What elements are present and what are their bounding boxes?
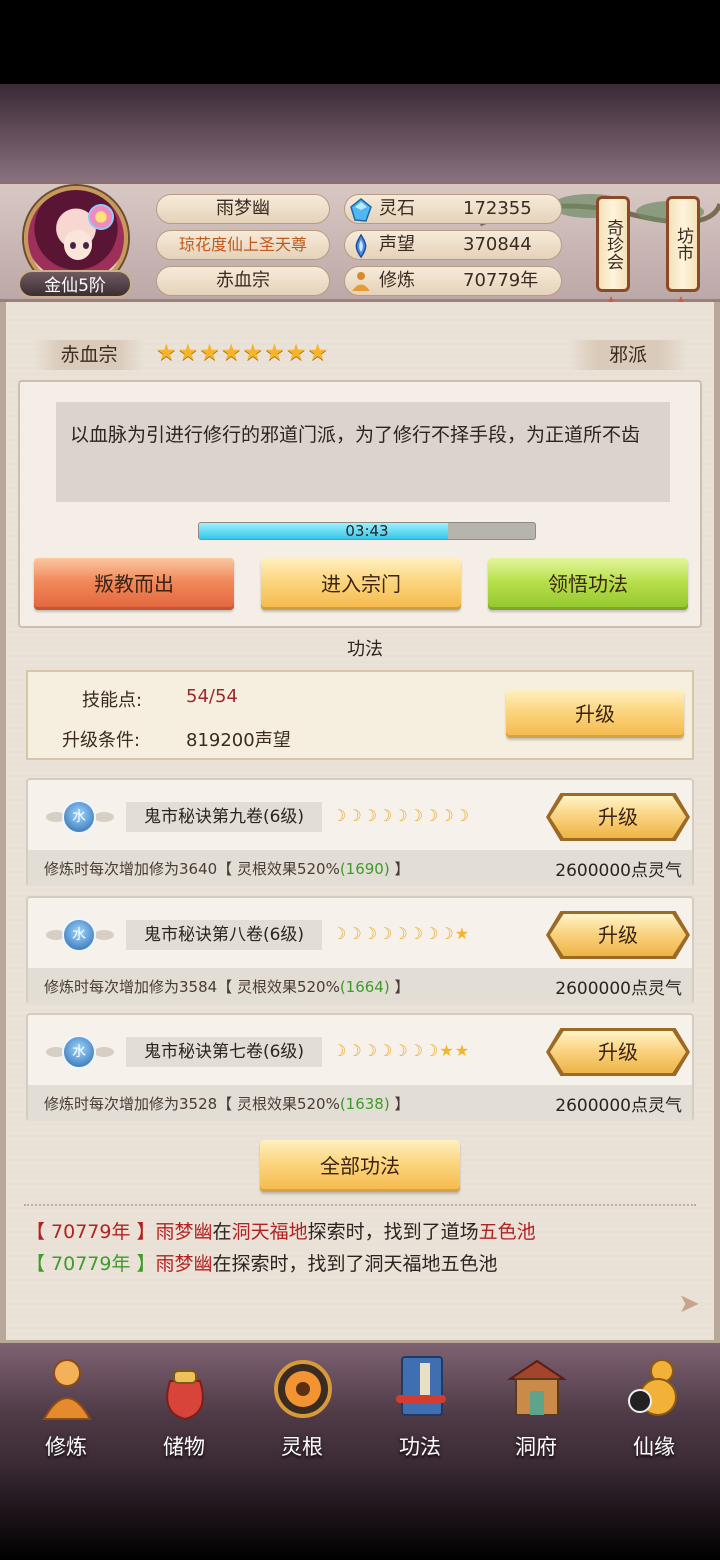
technique-cost: 2600000点灵气 — [555, 979, 682, 999]
sect-rating-stars: ★★★★★★★★ — [156, 340, 329, 366]
nav-immortal-fate[interactable]: 仙缘 — [604, 1349, 704, 1461]
technique-name: 鬼市秘诀第九卷(6级) — [126, 802, 322, 832]
pavilion-icon — [508, 1359, 566, 1416]
spirit-stone-icon — [350, 198, 372, 222]
techniques-section-title: 功法 — [347, 639, 383, 660]
log-divider — [24, 1204, 696, 1208]
sect-description: 以血脉为引进行修行的邪道门派，为了修行不择手段，为正道所不齿 — [56, 402, 670, 502]
treasure-bag-icon — [166, 1370, 204, 1421]
all-techniques-button[interactable]: 全部功法 — [260, 1140, 460, 1192]
technique-row: 水 鬼市秘诀第九卷(6级) ☽☽☽☽☽☽☽☽☽ 升级 修炼时每次增加修为3640… — [26, 778, 694, 886]
upgrade-technique-button[interactable]: 升级 — [550, 914, 686, 956]
upgrade-skill-points-button[interactable]: 升级 — [506, 690, 684, 738]
technique-effect: 修炼时每次增加修为3528【 灵根效果520%(1638) 】 — [44, 1095, 410, 1113]
upgrade-condition-label: 升级条件: — [62, 730, 141, 751]
player-name: 雨梦幽 — [156, 194, 330, 224]
technique-level-moons: ☽☽☽☽☽☽☽☽★ — [332, 924, 471, 943]
nav-cultivate[interactable]: 修炼 — [16, 1349, 116, 1461]
upgrade-technique-button[interactable]: 升级 — [550, 1031, 686, 1073]
rank-badge: 金仙5阶 — [18, 270, 132, 298]
leave-sect-button[interactable]: 叛教而出 — [34, 558, 234, 610]
event-log-line: 【 70779年 】雨梦幽在探索时，找到了洞天福地五色池 — [26, 1253, 498, 1275]
top-backdrop — [0, 84, 720, 184]
water-element-icon: 水 — [46, 914, 114, 958]
technique-level-moons: ☽☽☽☽☽☽☽☽☽ — [332, 806, 471, 825]
technique-effect: 修炼时每次增加修为3584【 灵根效果520%(1664) 】 — [44, 978, 410, 996]
player-sect: 赤血宗 — [156, 266, 330, 296]
player-title: 琼花度仙上圣天尊 — [156, 230, 330, 260]
technique-row: 水 鬼市秘诀第八卷(6级) ☽☽☽☽☽☽☽☽★ 升级 修炼时每次增加修为3584… — [26, 896, 694, 1004]
market-button[interactable]: 坊市 — [666, 196, 700, 292]
skill-points-value: 54/54 — [186, 686, 238, 707]
status-bar-area — [0, 0, 720, 84]
spirit-root-orb-icon — [274, 1360, 332, 1418]
technique-row: 水 鬼市秘诀第七卷(6级) ☽☽☽☽☽☽☽★★ 升级 修炼时每次增加修为3528… — [26, 1013, 694, 1121]
hair-flower-icon — [88, 204, 114, 230]
nav-storage[interactable]: 储物 — [134, 1349, 234, 1461]
technique-cost: 2600000点灵气 — [555, 861, 682, 881]
event-log-line: 【 70779年 】雨梦幽在洞天福地探索时，找到了道场五色池 — [26, 1221, 536, 1243]
skill-points-label: 技能点: — [82, 690, 143, 711]
sect-description-panel: 以血脉为引进行修行的邪道门派，为了修行不择手段，为正道所不齿 03:43 叛教而… — [18, 380, 702, 628]
technique-level-moons: ☽☽☽☽☽☽☽★★ — [332, 1041, 471, 1060]
technique-name: 鬼市秘诀第八卷(6级) — [126, 920, 322, 950]
reputation-icon — [355, 234, 367, 258]
stat-reputation: 声望 370844 — [344, 230, 562, 260]
water-element-icon: 水 — [46, 796, 114, 840]
technique-effect: 修炼时每次增加修为3640【 灵根效果520%(1690) 】 — [44, 860, 410, 878]
sect-alignment-tag: 邪派 — [568, 340, 688, 370]
sect-timer-bar: 03:43 — [198, 522, 536, 540]
technique-cost: 2600000点灵气 — [555, 1096, 682, 1116]
skill-points-panel: 技能点: 54/54 升级条件: 819200声望 升级 — [26, 670, 694, 760]
timer-text: 03:43 — [345, 522, 389, 540]
comprehend-technique-button[interactable]: 领悟功法 — [488, 558, 688, 610]
upgrade-condition-value: 819200声望 — [186, 730, 291, 751]
treasure-fair-button[interactable]: 奇珍会 — [596, 196, 630, 292]
meditating-monk-icon — [42, 1359, 92, 1420]
enter-sect-button[interactable]: 进入宗门 — [261, 558, 461, 610]
upgrade-technique-button[interactable]: 升级 — [550, 796, 686, 838]
bottom-backdrop — [0, 1464, 720, 1560]
gourd-yinyang-icon — [628, 1359, 677, 1416]
cultivation-icon — [352, 272, 370, 291]
nav-techniques[interactable]: 功法 — [370, 1349, 470, 1461]
technique-book-icon — [396, 1356, 446, 1416]
stat-cultivation: 修炼 70779年 — [344, 266, 562, 296]
sect-name-tag: 赤血宗 — [34, 340, 144, 370]
technique-name: 鬼市秘诀第七卷(6级) — [126, 1037, 322, 1067]
bottom-navigation: 修炼 储物 灵根 功法 洞府 仙缘 — [0, 1340, 720, 1464]
water-element-icon: 水 — [46, 1031, 114, 1075]
stat-spirit-stone: 灵石 172355 — [344, 194, 562, 224]
nav-cave-dwelling[interactable]: 洞府 — [486, 1349, 586, 1461]
nav-spirit-root[interactable]: 灵根 — [252, 1349, 352, 1461]
log-expand-arrow-icon[interactable]: ➤ — [672, 1288, 706, 1322]
